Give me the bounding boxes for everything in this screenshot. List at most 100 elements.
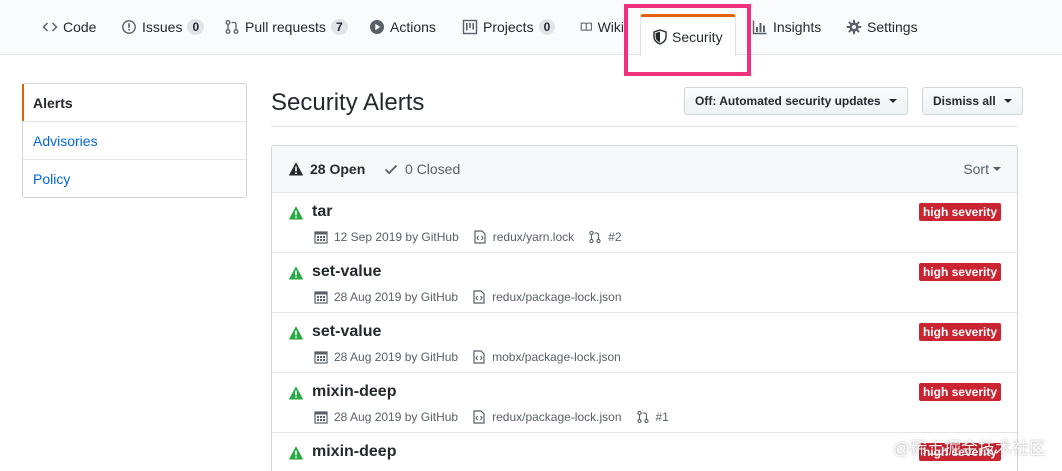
tab-settings[interactable]: Settings (846, 16, 918, 56)
repo-tab-nav: Code Issues 0 Pull requests 7 Actions Pr… (0, 0, 1062, 55)
severity-badge: high severity (918, 263, 1001, 281)
alert-meta: 12 Sep 2019 by GitHub redux/yarn.lock #2 (314, 230, 636, 244)
alert-row: tar high severity 12 Sep 2019 by GitHub … (272, 193, 1017, 253)
alert-pr[interactable]: #2 (608, 230, 621, 244)
tab-issues-label: Issues (142, 19, 183, 35)
severity-badge: high severity (918, 323, 1001, 341)
automated-updates-label: Off: Automated security updates (695, 94, 881, 108)
issue-icon (122, 20, 136, 34)
alert-date: 28 Aug 2019 by GitHub (334, 290, 459, 304)
tab-issues[interactable]: Issues 0 (121, 16, 205, 56)
tab-security-label: Security (672, 28, 723, 45)
alert-pr-group: #2 (588, 230, 622, 244)
open-filter[interactable]: 28 Open (288, 161, 365, 177)
dismiss-all-button[interactable]: Dismiss all (922, 87, 1023, 115)
alert-package-link[interactable]: tar (312, 203, 332, 221)
calendar-icon (314, 231, 328, 244)
pull-request-icon (636, 410, 649, 424)
pull-request-icon (589, 230, 601, 244)
pull-request-icon (225, 20, 239, 34)
alert-package-link[interactable]: mixin-deep (312, 443, 396, 461)
tab-actions[interactable]: Actions (369, 16, 436, 56)
file-code-icon (473, 290, 485, 304)
file-code-icon (473, 350, 485, 364)
alert-file-group: mobx/package-lock.json (472, 350, 621, 364)
dismiss-all-label: Dismiss all (933, 94, 996, 108)
file-code-icon (473, 410, 485, 424)
alert-file[interactable]: redux/yarn.lock (493, 230, 574, 244)
tab-insights[interactable]: Insights (752, 16, 821, 56)
tab-code[interactable]: Code (42, 16, 96, 56)
project-icon (462, 19, 478, 35)
alert-file[interactable]: redux/package-lock.json (492, 410, 621, 424)
alert-date-group: 12 Sep 2019 by GitHub (314, 230, 459, 244)
alert-date-group: 28 Aug 2019 by GitHub (314, 410, 458, 424)
warning-icon (288, 266, 304, 280)
issues-counter: 0 (187, 19, 205, 35)
tab-pull-requests[interactable]: Pull requests 7 (224, 16, 348, 56)
alert-meta: 28 Aug 2019 by GitHub mobx/package-lock.… (314, 350, 635, 364)
tab-pull-requests-label: Pull requests (245, 19, 326, 35)
security-menu: Alerts Advisories Policy (22, 83, 247, 198)
alert-package-link[interactable]: set-value (312, 323, 381, 341)
watermark: @稀土掘金技术社区 (892, 439, 1046, 458)
alert-date-group: 28 Aug 2019 by GitHub (314, 290, 458, 304)
alert-row: mixin-deep high severity 28 Aug 2019 by … (272, 373, 1017, 433)
menu-item-advisories[interactable]: Advisories (23, 122, 246, 160)
alerts-header: 28 Open 0 Closed Sort (272, 146, 1017, 193)
tab-actions-label: Actions (390, 19, 436, 35)
severity-badge: high severity (918, 383, 1001, 401)
page-title: Security Alerts (271, 89, 425, 116)
alert-date: 28 Aug 2019 by GitHub (334, 410, 459, 424)
alert-row: set-value high severity 28 Aug 2019 by G… (272, 253, 1017, 313)
alert-file-group: redux/yarn.lock (473, 230, 574, 244)
warning-icon (288, 386, 304, 400)
tab-insights-label: Insights (773, 19, 822, 35)
alert-file-group: redux/package-lock.json (472, 290, 622, 304)
tab-projects-label: Projects (483, 19, 534, 35)
alert-meta: 28 Aug 2019 by GitHub redux/package-lock… (314, 290, 636, 304)
alert-meta: 28 Aug 2019 by GitHub redux/package-lock… (314, 410, 683, 424)
gear-icon (846, 19, 862, 35)
title-divider (271, 126, 1018, 127)
alert-file[interactable]: redux/package-lock.json (492, 290, 621, 304)
warning-icon (288, 206, 304, 220)
tab-wiki[interactable]: Wiki (580, 16, 624, 56)
open-count: 28 Open (310, 161, 366, 177)
chevron-down-icon (1003, 99, 1012, 103)
alert-package-link[interactable]: mixin-deep (312, 383, 396, 401)
pull-requests-counter: 7 (330, 19, 348, 35)
closed-filter[interactable]: 0 Closed (383, 161, 460, 177)
projects-counter: 0 (538, 19, 556, 35)
chevron-down-icon (888, 99, 897, 103)
code-icon (42, 22, 58, 32)
chevron-down-icon (993, 167, 1001, 171)
alert-file[interactable]: mobx/package-lock.json (492, 350, 621, 364)
alert-package-link[interactable]: set-value (312, 263, 381, 281)
tab-wiki-label: Wiki (597, 19, 624, 35)
sort-dropdown[interactable]: Sort (963, 161, 1001, 177)
sort-label: Sort (963, 161, 989, 177)
tab-code-label: Code (63, 19, 97, 35)
check-icon (384, 164, 398, 175)
alert-row: set-value high severity 28 Aug 2019 by G… (272, 313, 1017, 373)
alert-pr-group: #1 (636, 410, 669, 424)
play-icon (370, 20, 384, 34)
calendar-icon (314, 291, 328, 304)
menu-item-policy[interactable]: Policy (23, 160, 246, 198)
automated-updates-button[interactable]: Off: Automated security updates (684, 87, 908, 115)
tab-security[interactable]: Security (640, 14, 736, 56)
book-icon (580, 22, 592, 31)
alert-date: 12 Sep 2019 by GitHub (334, 230, 459, 244)
alert-date-group: 28 Aug 2019 by GitHub (314, 350, 458, 364)
alert-icon (288, 162, 304, 176)
menu-item-alerts[interactable]: Alerts (22, 84, 246, 122)
file-code-icon (474, 230, 486, 244)
alert-pr[interactable]: #1 (656, 410, 669, 424)
calendar-icon (314, 351, 328, 364)
alert-date: 28 Aug 2019 by GitHub (334, 350, 459, 364)
tab-projects[interactable]: Projects 0 (462, 16, 556, 56)
graph-icon (752, 20, 767, 35)
shield-icon (653, 28, 667, 45)
tab-settings-label: Settings (867, 19, 918, 35)
